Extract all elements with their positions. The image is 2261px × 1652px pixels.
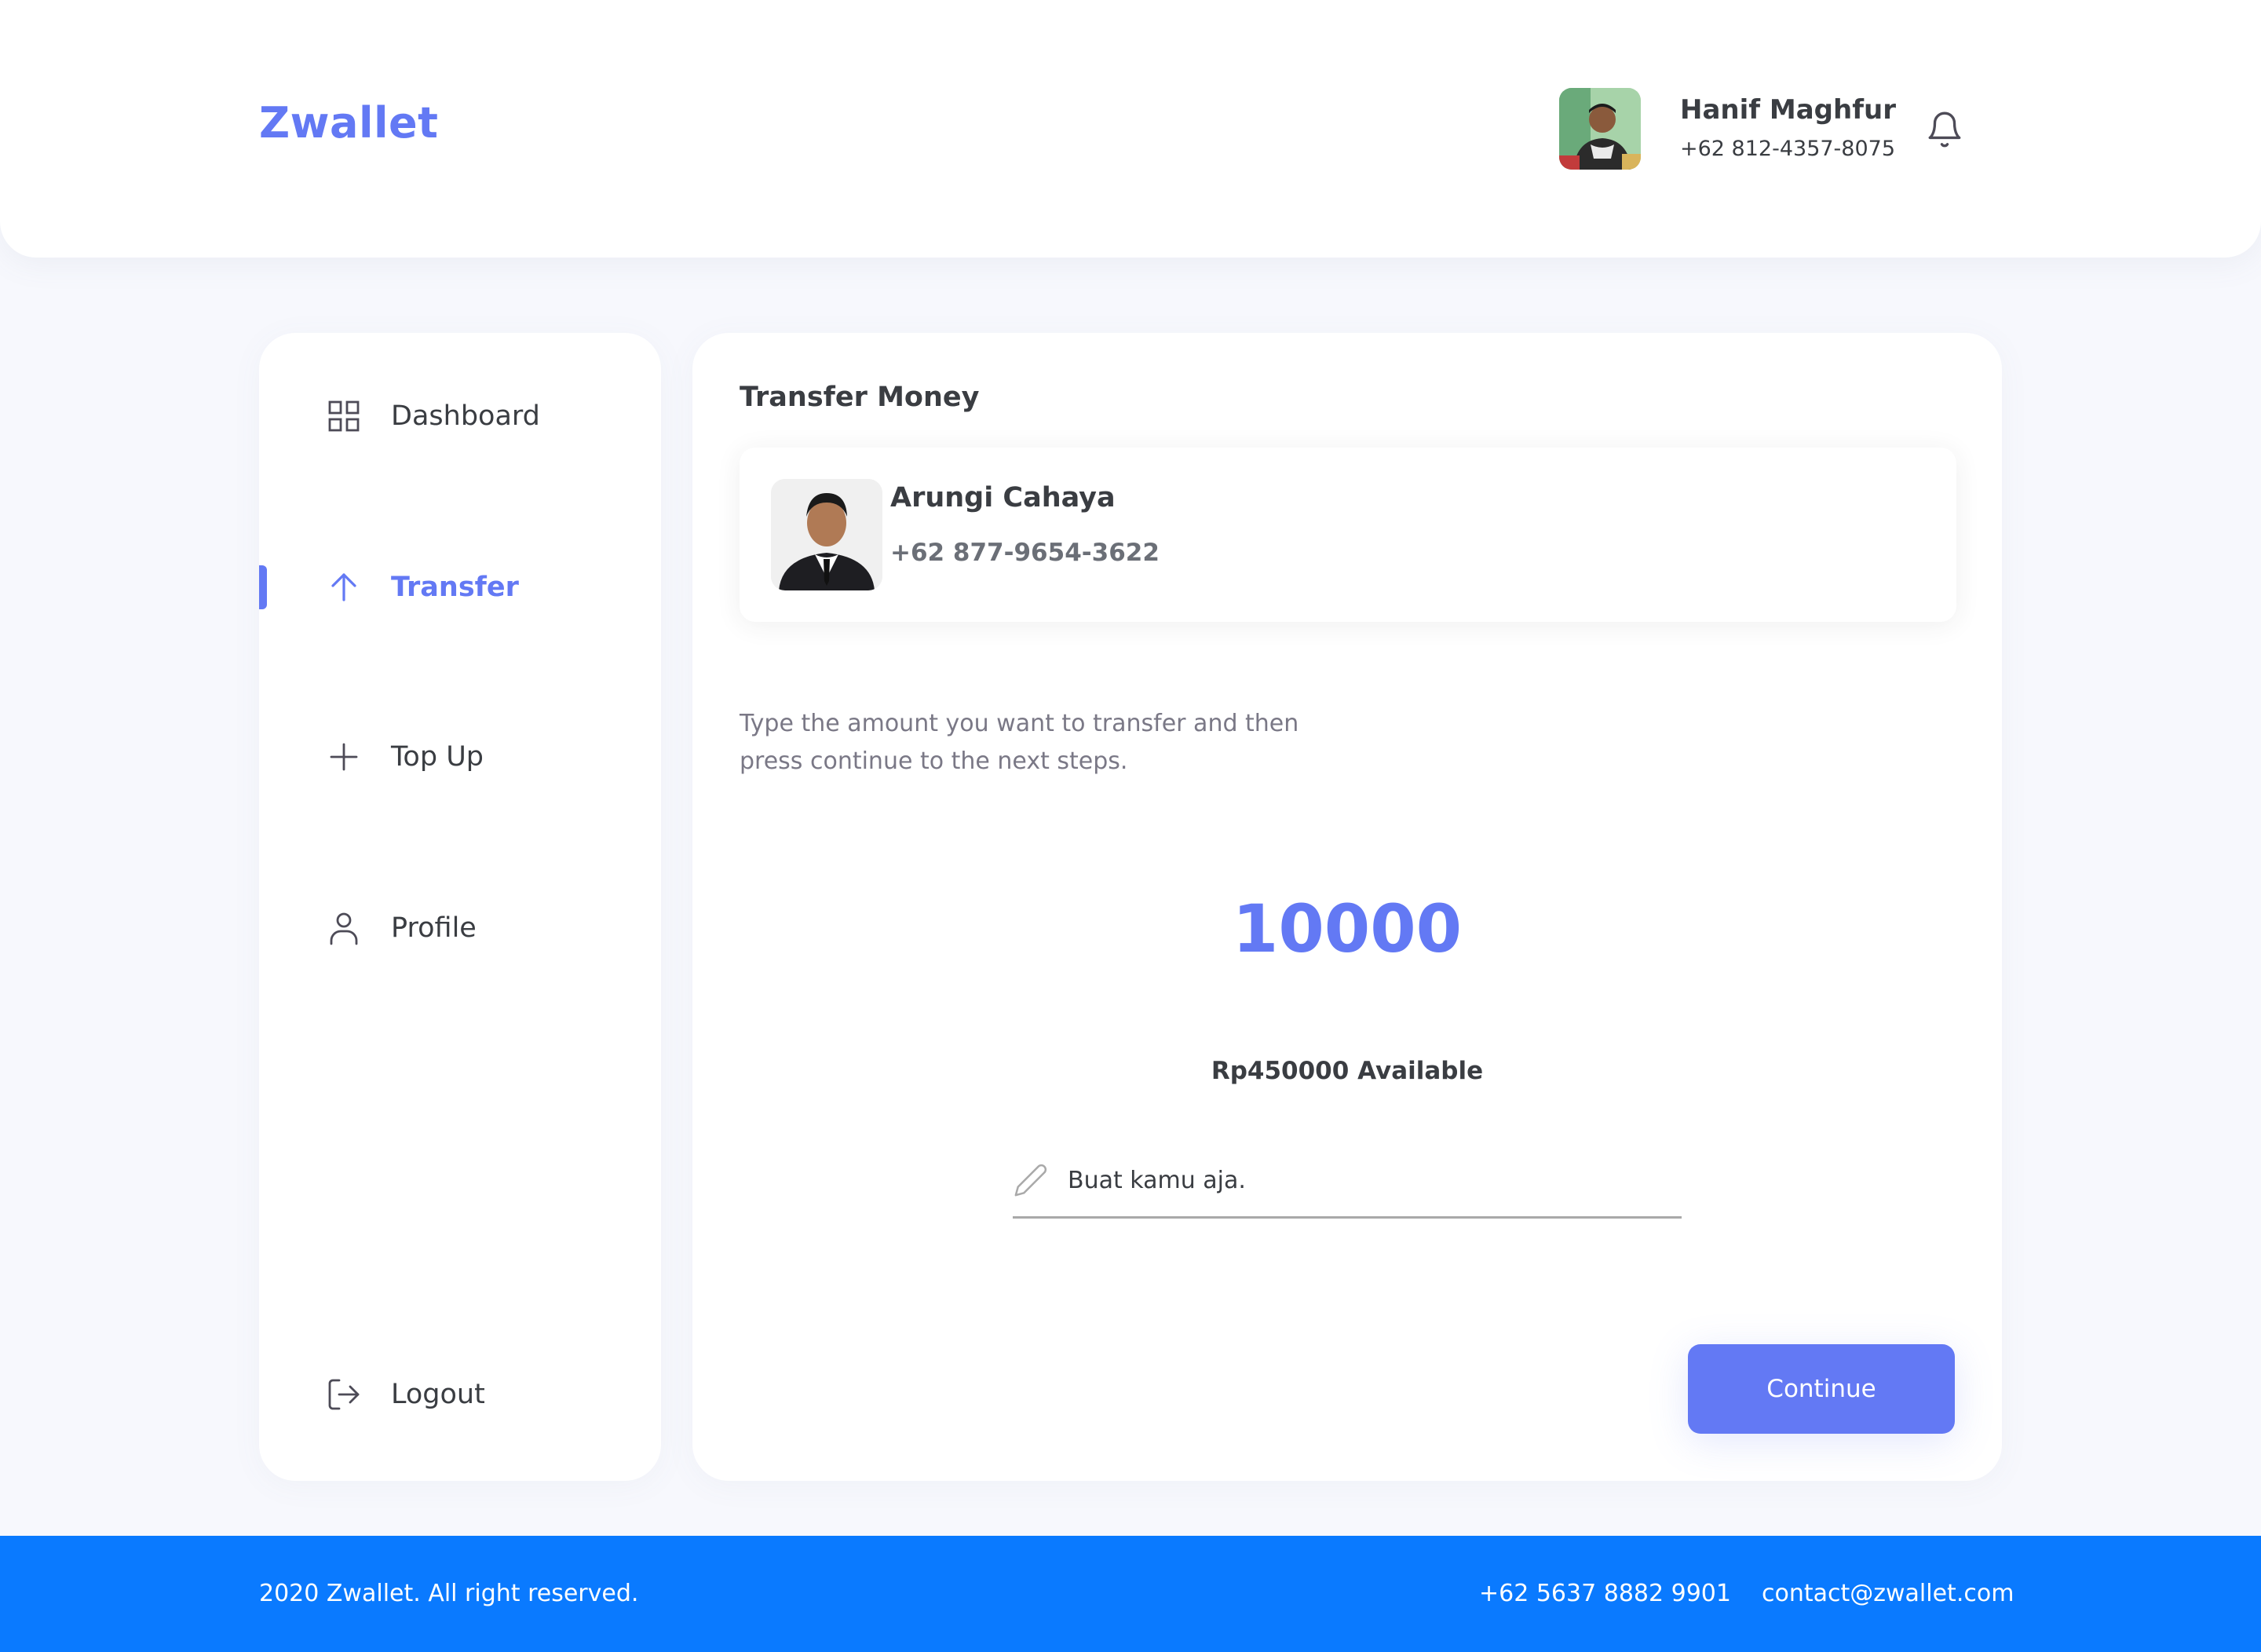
active-indicator xyxy=(259,565,267,609)
user-icon xyxy=(325,909,363,947)
note-field[interactable] xyxy=(1013,1157,1682,1219)
recipient-avatar xyxy=(771,479,882,590)
sidebar-item-top-up[interactable]: Top Up xyxy=(259,733,661,780)
sidebar-item-profile[interactable]: Profile xyxy=(259,905,661,952)
user-name: Hanif Maghfur xyxy=(1680,94,1896,126)
sidebar-item-label: Top Up xyxy=(391,741,484,773)
grid-icon xyxy=(325,397,363,435)
user-phone: +62 812-4357-8075 xyxy=(1680,137,1896,161)
arrow-up-icon xyxy=(325,568,363,606)
transfer-panel: Transfer Money Arungi Cahaya +62 877-965… xyxy=(692,333,2002,1481)
logout-label: Logout xyxy=(391,1379,485,1410)
pencil-icon xyxy=(1013,1162,1049,1198)
footer: 2020 Zwallet. All right reserved. +62 56… xyxy=(0,1536,2261,1652)
footer-phone[interactable]: +62 5637 8882 9901 xyxy=(1479,1580,1731,1607)
brand-logo[interactable]: Zwallet xyxy=(259,98,438,148)
user-avatar-image xyxy=(1559,88,1641,170)
recipient-name: Arungi Cahaya xyxy=(890,482,1116,514)
recipient-avatar-image xyxy=(771,479,882,590)
sidebar-item-label: Profile xyxy=(391,912,477,944)
footer-copyright: 2020 Zwallet. All right reserved. xyxy=(259,1580,639,1607)
amount-input[interactable] xyxy=(692,890,2002,967)
sidebar-item-transfer[interactable]: Transfer xyxy=(259,564,661,611)
sidebar-item-label: Dashboard xyxy=(391,400,540,432)
user-avatar[interactable] xyxy=(1559,88,1641,170)
footer-email[interactable]: contact@zwallet.com xyxy=(1762,1580,2014,1607)
top-header: Zwallet Hanif Maghfur +62 812-4357-8075 xyxy=(0,0,2261,258)
bell-icon[interactable] xyxy=(1925,110,1964,149)
sidebar-item-dashboard[interactable]: Dashboard xyxy=(259,393,661,440)
sidebar: Dashboard Transfer Top Up Profile Logout xyxy=(259,333,661,1481)
note-input[interactable] xyxy=(1068,1162,1672,1198)
logout-icon xyxy=(325,1376,363,1413)
logout-button[interactable]: Logout xyxy=(259,1371,661,1418)
plus-icon xyxy=(325,738,363,776)
continue-button[interactable]: Continue xyxy=(1688,1344,1955,1434)
recipient-card[interactable]: Arungi Cahaya +62 877-9654-3622 xyxy=(740,448,1956,622)
sidebar-item-label: Transfer xyxy=(391,572,519,603)
available-balance: Rp450000 Available xyxy=(1211,1057,1484,1085)
transfer-instructions: Type the amount you want to transfer and… xyxy=(740,710,1299,775)
page-title: Transfer Money xyxy=(740,382,980,413)
recipient-phone: +62 877-9654-3622 xyxy=(890,539,1160,567)
